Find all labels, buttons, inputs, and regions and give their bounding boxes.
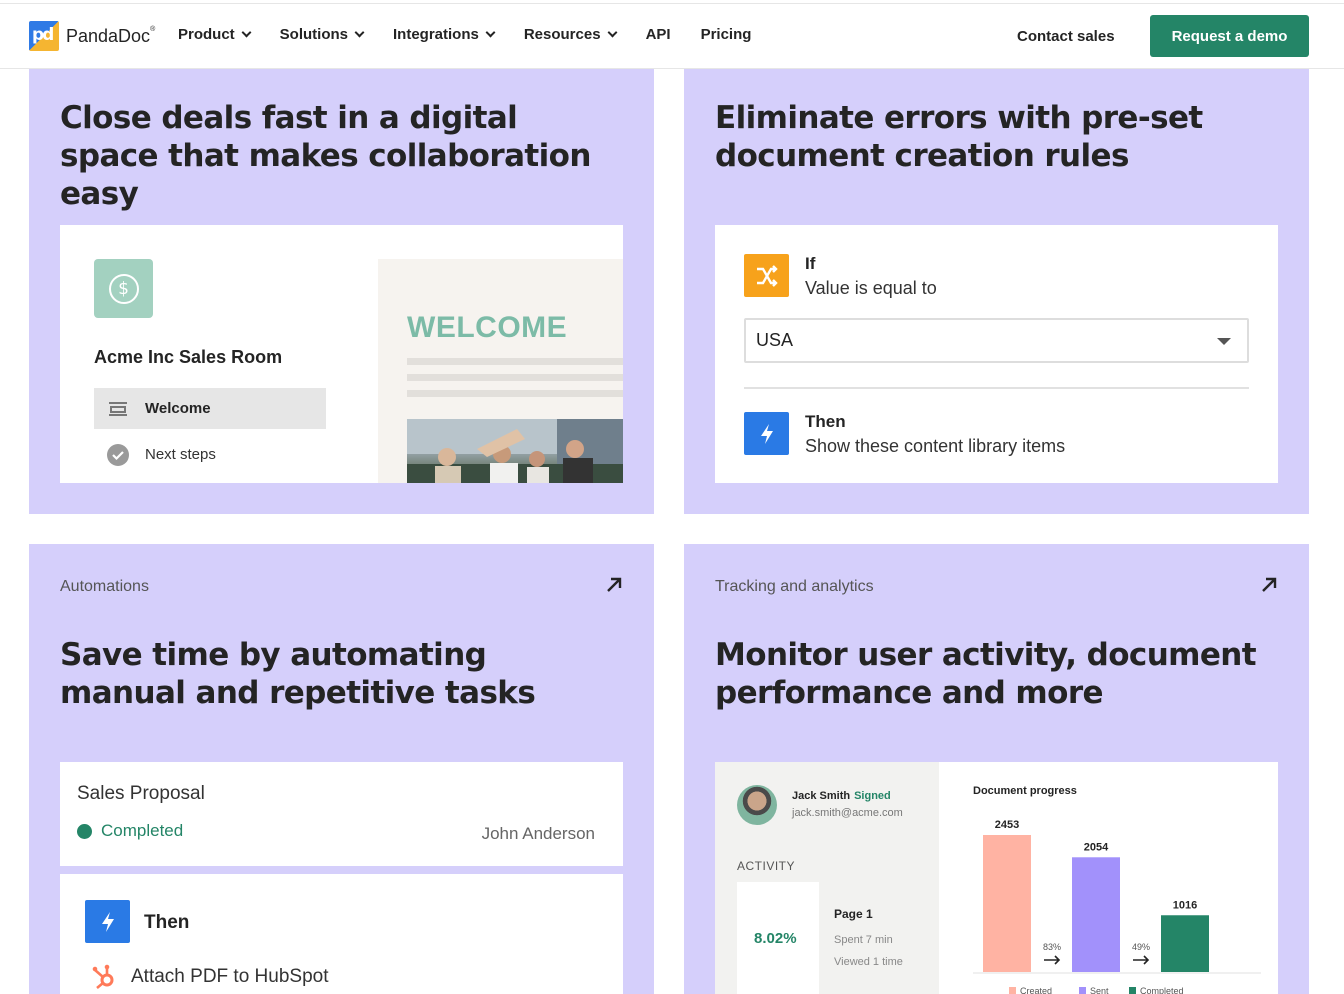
welcome-preview: WELCOME bbox=[378, 259, 623, 483]
card-title: Monitor user activity, document performa… bbox=[715, 637, 1257, 711]
text-line bbox=[407, 390, 623, 397]
document-title: Sales Proposal bbox=[77, 783, 205, 804]
preview-heading: WELCOME bbox=[407, 311, 568, 344]
room-item-label: Welcome bbox=[145, 400, 211, 417]
site-header: pd PandaDoc® Product Solutions Integrati… bbox=[0, 4, 1344, 69]
signed-badge: Signed bbox=[854, 790, 891, 802]
analytics-panel: Jack Smith Signed jack.smith@acme.com ACT… bbox=[715, 762, 1278, 994]
nav-product[interactable]: Product bbox=[178, 26, 252, 43]
card-eyebrow: Tracking and analytics bbox=[715, 578, 874, 595]
assignee-name: John Anderson bbox=[481, 824, 595, 843]
nav-solutions[interactable]: Solutions bbox=[280, 26, 365, 43]
page-icon bbox=[107, 398, 129, 420]
user-name: Jack Smith Signed bbox=[792, 790, 891, 802]
arrow-right-icon bbox=[1133, 955, 1150, 965]
contact-sales-link[interactable]: Contact sales bbox=[1017, 28, 1115, 45]
sales-room-card: Close deals fast in a digital space that… bbox=[29, 69, 654, 514]
shuffle-icon bbox=[744, 254, 789, 297]
legend-label: Created bbox=[1020, 986, 1052, 994]
stat-box: 8.02% bbox=[737, 882, 819, 994]
proposal-panel: Sales Proposal Completed John Anderson bbox=[60, 762, 623, 866]
legend-swatch bbox=[1079, 987, 1086, 994]
rules-panel: If Value is equal to USA Then Show these… bbox=[715, 225, 1278, 483]
conversion-label: 83% bbox=[1043, 942, 1061, 952]
caret-down-icon bbox=[1217, 338, 1231, 345]
main-nav: Product Solutions Integrations Resources… bbox=[178, 26, 781, 43]
conversion-label: 49% bbox=[1132, 942, 1150, 952]
arrow-up-right-icon[interactable] bbox=[605, 576, 623, 594]
sales-room-panel: $ Acme Inc Sales Room Welcome Next steps… bbox=[60, 225, 623, 483]
card-title: Save time by automating manual and repet… bbox=[60, 637, 536, 711]
avatar bbox=[737, 785, 777, 825]
then-label: Then bbox=[805, 412, 846, 431]
nav-pricing[interactable]: Pricing bbox=[701, 26, 752, 43]
status-badge: Completed bbox=[77, 821, 183, 841]
bar-value-label: 1016 bbox=[1173, 899, 1197, 911]
request-demo-button[interactable]: Request a demo bbox=[1150, 15, 1309, 57]
nav-resources[interactable]: Resources bbox=[524, 26, 618, 43]
nav-api[interactable]: API bbox=[646, 26, 671, 43]
legend-label: Completed bbox=[1140, 986, 1184, 994]
chart-title: Document progress bbox=[973, 785, 1077, 797]
if-label: If bbox=[805, 254, 816, 273]
lightning-icon bbox=[744, 412, 789, 455]
chart-bar bbox=[1161, 915, 1209, 972]
pandadoc-logo-icon: pd bbox=[29, 21, 59, 51]
bar-value-label: 2054 bbox=[1084, 841, 1109, 853]
chevron-down-icon bbox=[607, 27, 618, 38]
room-item-next-steps[interactable]: Next steps bbox=[94, 434, 326, 475]
activity-column: Jack Smith Signed jack.smith@acme.com ACT… bbox=[715, 762, 939, 994]
select-value: USA bbox=[756, 330, 794, 350]
legend-label: Sent bbox=[1090, 986, 1109, 994]
chevron-down-icon bbox=[354, 27, 365, 38]
card-title: Close deals fast in a digital space that… bbox=[60, 100, 591, 212]
activity-percent: 8.02% bbox=[754, 930, 797, 947]
document-progress-chart: 2453 2054 1016 83% 49% Created Sent Completed bbox=[973, 819, 1261, 994]
if-condition: Value is equal to bbox=[805, 278, 937, 298]
room-item-welcome[interactable]: Welcome bbox=[94, 388, 326, 429]
legend-swatch bbox=[1129, 987, 1136, 994]
nav-integrations[interactable]: Integrations bbox=[393, 26, 496, 43]
card-eyebrow: Automations bbox=[60, 578, 149, 595]
rules-card: Eliminate errors with pre-set document c… bbox=[684, 69, 1309, 514]
check-circle-icon bbox=[107, 443, 129, 466]
time-spent: Spent 7 min bbox=[834, 934, 893, 946]
brand-logo[interactable]: pd PandaDoc® bbox=[29, 21, 155, 51]
room-title: Acme Inc Sales Room bbox=[94, 347, 283, 367]
chevron-down-icon bbox=[485, 27, 496, 38]
chevron-down-icon bbox=[241, 27, 252, 38]
view-count: Viewed 1 time bbox=[834, 956, 903, 968]
room-item-label: Next steps bbox=[145, 446, 216, 463]
lightning-icon bbox=[85, 900, 130, 943]
text-line bbox=[407, 374, 623, 381]
then-label: Then bbox=[144, 912, 190, 933]
chart-bar bbox=[1072, 857, 1120, 972]
analytics-card[interactable]: Tracking and analytics Monitor user acti… bbox=[684, 544, 1309, 994]
hubspot-action: Attach PDF to HubSpot bbox=[91, 964, 329, 990]
legend-swatch bbox=[1009, 987, 1016, 994]
automations-card[interactable]: Automations Save time by automating manu… bbox=[29, 544, 654, 994]
country-select[interactable]: USA bbox=[744, 318, 1249, 363]
then-action: Show these content library items bbox=[805, 436, 1066, 456]
user-email: jack.smith@acme.com bbox=[792, 807, 903, 819]
divider bbox=[744, 387, 1249, 389]
hubspot-icon bbox=[92, 964, 114, 989]
arrow-up-right-icon[interactable] bbox=[1260, 576, 1278, 594]
dollar-icon: $ bbox=[94, 259, 153, 318]
text-line bbox=[407, 358, 623, 365]
page-label: Page 1 bbox=[834, 907, 873, 921]
team-photo bbox=[407, 419, 623, 483]
bar-value-label: 2453 bbox=[995, 819, 1019, 831]
chart-bar bbox=[983, 835, 1031, 972]
card-title: Eliminate errors with pre-set document c… bbox=[715, 100, 1203, 174]
status-dot-icon bbox=[77, 823, 92, 839]
activity-label: ACTIVITY bbox=[737, 859, 796, 873]
brand-name: PandaDoc® bbox=[66, 25, 156, 46]
arrow-right-icon bbox=[1044, 955, 1061, 965]
automation-action-panel: Then Attach PDF to HubSpot bbox=[60, 874, 623, 994]
